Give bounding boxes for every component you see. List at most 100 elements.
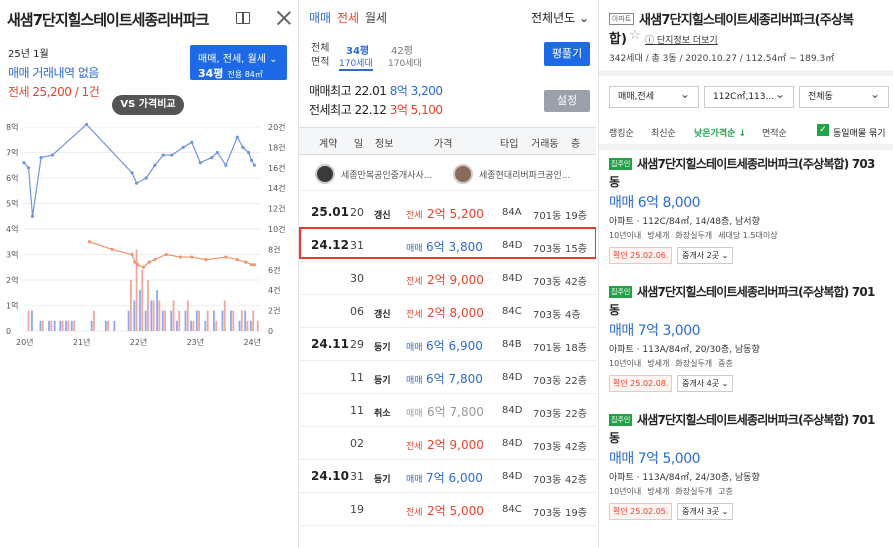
jeonse-volume-bar (232, 310, 235, 331)
listing-name-cont[interactable]: 동 (609, 301, 620, 318)
tab-wolse[interactable]: 월세 (365, 9, 387, 26)
complex-meta: 342세대 / 총 3동 / 2020.10.27 / 112.54㎡ ~ 18… (609, 54, 835, 64)
feature-tag: 10년이내 (609, 359, 642, 368)
sale-point (190, 140, 194, 144)
header-dong[interactable]: 거래동 (531, 135, 559, 150)
listing-name-cont[interactable]: 동 (609, 173, 620, 190)
star-icon[interactable]: ☆ (629, 28, 641, 43)
feature-tags: 10년이내 방세개 화장실두개 고층 (609, 486, 739, 497)
jeonse-volume-bar (158, 300, 161, 331)
table-row[interactable]: 11 취소 매매 6억 7,800 84D 703동 22층 (299, 394, 596, 427)
broker-button[interactable]: 중개사 2곳 ⌄ (677, 247, 734, 264)
settings-button[interactable]: 설정 (544, 90, 590, 112)
feature-tag: 고층 (718, 487, 733, 496)
sale-volume-bar (150, 300, 153, 331)
table-row[interactable]: 24.10 31 등기 매매 7억 6,000 84D 703동 42층 (299, 460, 596, 493)
jeonse-volume-bar (27, 310, 30, 331)
row-floor: 18층 (565, 343, 587, 354)
trade-type-select[interactable]: 매매,전세 (609, 84, 699, 108)
complex-info-link[interactable]: ⓘ 단지정보 더보기 (645, 33, 718, 46)
listing-name[interactable]: 새샘7단지힐스테이트세종리버파크(주상복합) 703 (637, 155, 875, 172)
agent-name[interactable]: 세종현대리버파크공인... (479, 168, 570, 181)
table-header: 계약 일 정보 가격 타입 거래동 층 (299, 127, 596, 155)
header-day[interactable]: 일 (354, 135, 363, 150)
listing-name[interactable]: 새샘7단지힐스테이트세종리버파크(주상복합) 701 (637, 283, 875, 300)
area-option-selected[interactable]: 34평 (346, 42, 369, 57)
row-price: 2억 8,000 (427, 306, 484, 320)
pyeong-toggle-button[interactable]: 평풀기 (544, 42, 590, 66)
sale-volume-bar (139, 290, 141, 331)
row-price: 6억 6,900 (426, 339, 483, 353)
sale-volume-bar (170, 310, 173, 331)
jeonse-volume-bar (246, 320, 249, 331)
vs-compare-button[interactable]: VS 가격비교 (112, 95, 184, 115)
header-price[interactable]: 가격 (434, 135, 452, 150)
checkbox-icon[interactable]: ✓ (817, 124, 829, 136)
area-select[interactable]: 112C㎡,113... (704, 84, 794, 108)
row-price: 2억 5,200 (427, 207, 484, 221)
broker-button[interactable]: 중개사 3곳 ⌄ (677, 503, 734, 520)
sale-volume-bar (53, 320, 56, 331)
selected-month: 25년 1월 (8, 49, 49, 60)
agent-avatar[interactable] (453, 164, 473, 184)
sort-low-price[interactable]: 낮은가격순 ↓ (694, 126, 746, 139)
row-unit-type: 84D (502, 273, 523, 284)
household-option[interactable]: 170세대 (388, 56, 422, 69)
listing-name[interactable]: 새샘7단지힐스테이트세종리버파크(주상복합) 701 (637, 411, 875, 428)
agent-name[interactable]: 세종만복공인중개사사... (341, 168, 432, 181)
row-unit-type: 84D (502, 405, 523, 416)
map-icon[interactable] (236, 12, 250, 24)
header-floor[interactable]: 층 (571, 135, 580, 150)
sale-volume-bar (133, 300, 136, 331)
dong-select[interactable]: 전체동 (799, 84, 889, 108)
jeonse-volume-bar (41, 320, 44, 331)
table-row[interactable]: 25.01 20 갱신 전세 2억 5,200 84A 701동 19층 (299, 196, 596, 229)
table-row[interactable]: 19 전세 2억 5,000 84C 703동 19층 (299, 493, 596, 526)
row-day: 29 (350, 338, 364, 351)
row-floor: 19층 (565, 508, 587, 519)
tab-sale[interactable]: 매매 (309, 9, 331, 26)
table-row[interactable]: 06 갱신 전세 2억 8,000 84C 703동 4층 (299, 295, 596, 328)
row-floor: 22층 (565, 376, 587, 387)
row-info: 취소 (374, 409, 391, 419)
row-floor: 42층 (565, 277, 587, 288)
listing-name-cont[interactable]: 동 (609, 429, 620, 446)
close-icon[interactable] (276, 10, 292, 26)
table-row[interactable]: 02 전세 2억 9,000 84D 703동 42층 (299, 427, 596, 460)
header-info[interactable]: 정보 (375, 135, 393, 150)
confirm-date: 확인 25.02.06. (609, 247, 673, 264)
table-row[interactable]: 11 등기 매매 6억 7,800 84D 703동 22층 (299, 361, 596, 394)
year-select[interactable]: 전체년도 ⌄ (531, 9, 589, 26)
header-type[interactable]: 타입 (500, 135, 518, 150)
header-contract[interactable]: 계약 (319, 135, 337, 150)
row-floor: 22층 (565, 409, 587, 420)
max-sale: 매매최고 22.01 8억 3,200 (309, 84, 443, 98)
y-tick-left: 6억 (6, 173, 18, 183)
sale-summary: 매매 거래내역 없음 (8, 66, 99, 80)
listing-spec: 아파트 · 113A/84㎡, 20/30층, 남동향 (609, 345, 760, 355)
area-option[interactable]: 42평 (391, 42, 413, 57)
sale-point (252, 163, 256, 167)
row-dong: 703동 (533, 277, 562, 288)
filter-types: 매매, 전세, 월세 ⌄ (198, 54, 278, 65)
tab-jeonse[interactable]: 전세 (337, 9, 359, 26)
y-tick-left: 4억 (6, 224, 18, 234)
broker-button[interactable]: 중개사 4곳 ⌄ (677, 375, 734, 392)
listing-price: 매매 7억 5,000 (609, 451, 701, 467)
table-row[interactable]: 24.11 29 등기 매매 6억 6,900 84B 701동 18층 (299, 328, 596, 361)
max-jeonse: 전세최고 22.12 3억 5,100 (309, 103, 443, 117)
household-selected[interactable]: 170세대 (339, 56, 373, 71)
feature-tag: 중층 (718, 359, 733, 368)
jeonse-volume-bar (198, 310, 201, 331)
sort-ranking[interactable]: 랭킹순 (609, 126, 634, 139)
same-listing-label[interactable]: 동일매물 묶기 (833, 126, 886, 139)
row-dong: 701동 (533, 211, 562, 222)
sale-volume-bar (204, 320, 207, 331)
sort-area[interactable]: 면적순 (762, 126, 787, 139)
jeonse-volume-bar (164, 310, 166, 331)
table-row[interactable]: 30 전세 2억 9,000 84D 703동 42층 (299, 262, 596, 295)
sort-latest[interactable]: 최신순 (651, 126, 676, 139)
filter-button[interactable]: 매매, 전세, 월세 ⌄ 34평 전용 84㎡ (190, 45, 287, 80)
jeonse-point (235, 258, 239, 262)
agent-avatar[interactable] (315, 164, 335, 184)
